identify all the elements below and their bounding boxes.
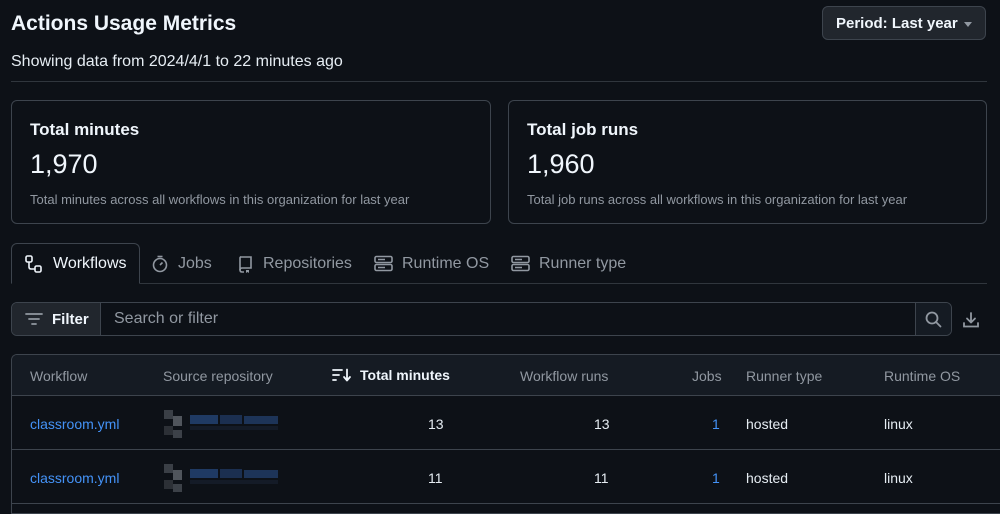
column-header-source-repository[interactable]: Source repository <box>163 368 273 384</box>
period-dropdown-button[interactable]: Period: Last year <box>822 6 986 40</box>
total-minutes-card: Total minutes 1,970 Total minutes across… <box>11 100 491 224</box>
card-value: 1,970 <box>30 149 98 179</box>
filter-button[interactable]: Filter <box>12 303 101 335</box>
search-button[interactable] <box>915 303 951 335</box>
workflows-table: Workflow Source repository Total minutes… <box>11 354 1000 514</box>
redacted-repository <box>154 406 284 442</box>
column-header-total-minutes[interactable]: Total minutes <box>332 367 450 383</box>
server-icon <box>511 255 530 272</box>
tab-label: Jobs <box>178 254 212 272</box>
download-button[interactable] <box>961 310 981 330</box>
total-job-runs-card: Total job runs 1,960 Total job runs acro… <box>508 100 987 224</box>
caret-down-icon <box>964 22 972 27</box>
tab-label: Runner type <box>539 254 627 272</box>
workflow-link[interactable]: classroom.yml <box>30 416 119 432</box>
column-header-jobs[interactable]: Jobs <box>692 368 722 384</box>
column-header-label: Total minutes <box>360 367 450 383</box>
search-icon <box>925 311 942 327</box>
runner-type-cell: hosted <box>746 416 789 432</box>
repo-icon <box>239 255 252 273</box>
workflow-runs-cell: 13 <box>594 416 610 432</box>
column-header-workflow-runs[interactable]: Workflow runs <box>520 368 608 384</box>
header-divider <box>11 81 987 82</box>
date-range-text: Showing data from 2024/4/1 to 22 minutes… <box>11 53 343 70</box>
workflow-link[interactable]: classroom.yml <box>30 470 119 486</box>
filter-icon <box>25 313 43 325</box>
tab-repositories[interactable]: Repositories <box>237 243 352 284</box>
jobs-link[interactable]: 1 <box>712 416 720 432</box>
card-label: Total minutes <box>30 120 140 139</box>
download-icon <box>963 312 979 328</box>
server-icon <box>374 255 393 272</box>
runtime-os-cell: linux <box>884 416 913 432</box>
column-header-workflow[interactable]: Workflow <box>30 368 87 384</box>
total-minutes-cell: 13 <box>428 416 444 432</box>
tab-runner-type[interactable]: Runner type <box>511 243 626 284</box>
sort-descending-icon <box>332 368 351 382</box>
tab-label: Runtime OS <box>402 254 490 272</box>
filter-bar: Filter <box>11 302 952 336</box>
tab-label: Workflows <box>53 254 127 272</box>
table-header: Workflow Source repository Total minutes… <box>12 355 1000 396</box>
runner-type-cell: hosted <box>746 470 789 486</box>
column-header-runtime-os[interactable]: Runtime OS <box>884 368 960 384</box>
redacted-repository <box>154 460 284 496</box>
period-label: Period: Last year <box>836 14 958 32</box>
table-row: classroom.yml 11 11 1 hosted linux <box>12 450 1000 504</box>
jobs-link[interactable]: 1 <box>712 470 720 486</box>
table-row: classroom.yml 13 13 1 hosted linux <box>12 396 1000 450</box>
card-description: Total minutes across all workflows in th… <box>30 192 410 207</box>
total-minutes-cell: 11 <box>428 470 443 486</box>
tab-label: Repositories <box>263 254 352 272</box>
card-description: Total job runs across all workflows in t… <box>527 192 908 207</box>
workflow-runs-cell: 11 <box>594 470 609 486</box>
tab-jobs[interactable]: Jobs <box>151 243 212 284</box>
workflow-icon <box>25 254 42 273</box>
filter-label: Filter <box>52 310 89 328</box>
runtime-os-cell: linux <box>884 470 913 486</box>
column-header-runner-type[interactable]: Runner type <box>746 368 822 384</box>
stopwatch-icon <box>152 255 168 272</box>
tab-runtime-os[interactable]: Runtime OS <box>374 243 489 284</box>
search-input[interactable] <box>102 303 917 335</box>
page-title: Actions Usage Metrics <box>11 12 237 35</box>
card-value: 1,960 <box>527 149 595 179</box>
tab-workflows[interactable]: Workflows <box>11 243 140 284</box>
card-label: Total job runs <box>527 120 639 139</box>
